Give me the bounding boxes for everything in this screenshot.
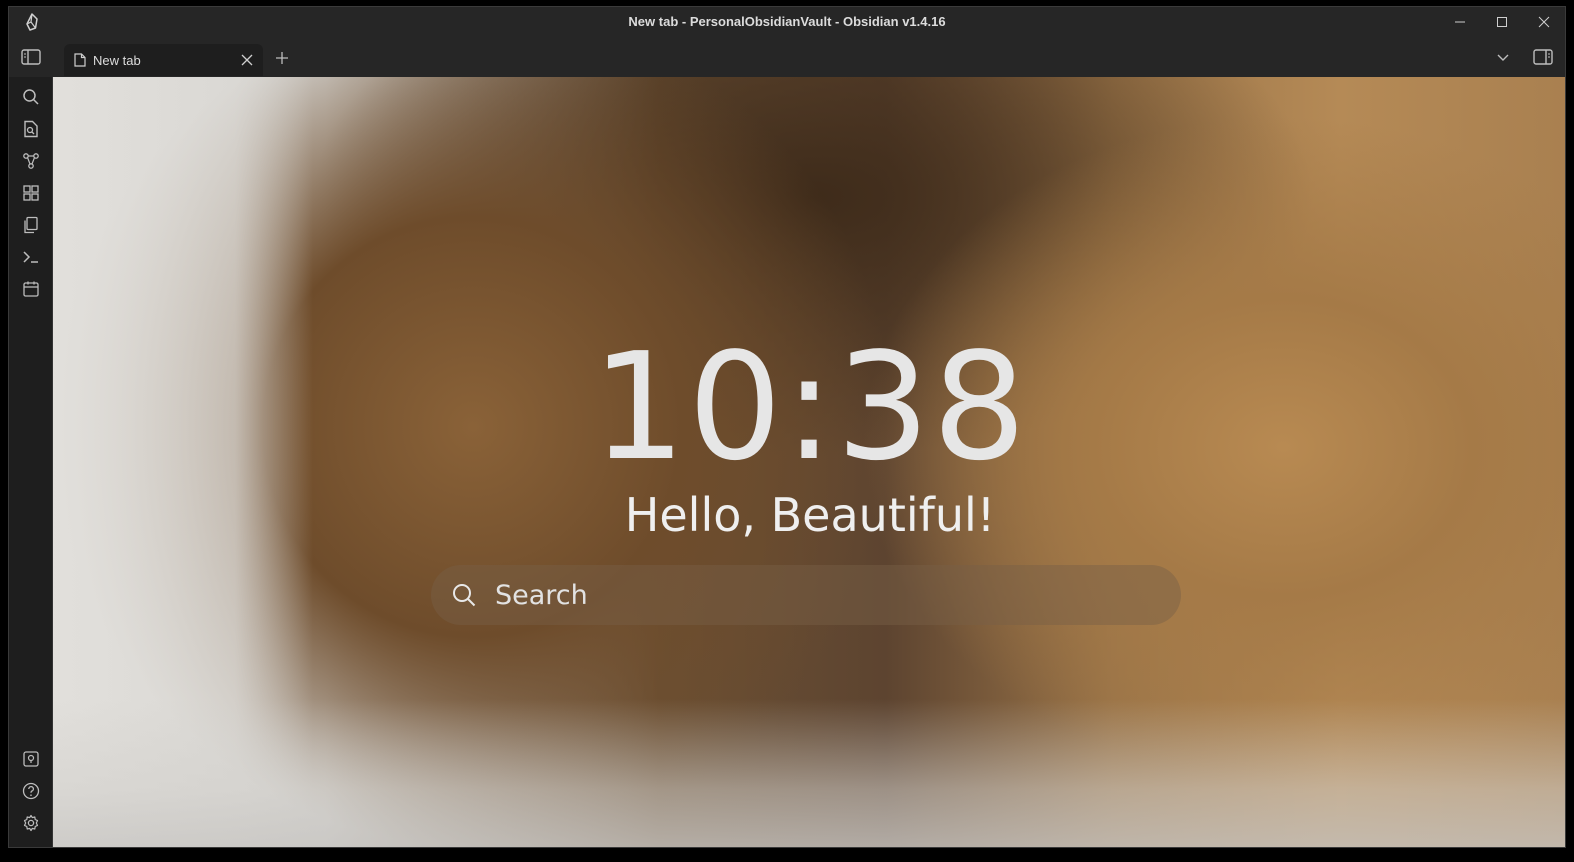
ribbon-search-button[interactable] xyxy=(21,87,41,107)
obsidian-window: New tab - PersonalObsidianVault - Obsidi… xyxy=(8,6,1566,848)
ribbon-quick-switcher-button[interactable] xyxy=(21,119,41,139)
chevron-down-icon[interactable] xyxy=(1497,53,1509,63)
maximize-icon xyxy=(1497,17,1507,27)
tab-new-tab[interactable]: New tab xyxy=(64,44,263,76)
search-icon xyxy=(453,584,476,607)
file-icon xyxy=(74,53,86,67)
title-bar: New tab - PersonalObsidianVault - Obsidi… xyxy=(9,7,1565,37)
left-ribbon xyxy=(9,77,53,847)
canvas-icon xyxy=(23,185,39,201)
calendar-icon xyxy=(23,281,39,297)
minimize-button[interactable] xyxy=(1439,7,1481,37)
close-icon xyxy=(1538,16,1550,28)
graph-view-icon xyxy=(23,153,39,169)
ribbon-settings-button[interactable] xyxy=(21,813,41,833)
ribbon-graph-view-button[interactable] xyxy=(21,151,41,171)
gear-icon xyxy=(23,814,39,832)
help-icon xyxy=(22,782,40,800)
ribbon-help-button[interactable] xyxy=(21,781,41,801)
search-icon xyxy=(23,89,39,105)
ribbon-daily-note-button[interactable] xyxy=(21,279,41,299)
quick-switcher-icon xyxy=(24,120,38,138)
homepage-clock: 10:38 xyxy=(591,321,1029,493)
background-overlay xyxy=(53,699,1565,847)
ribbon-templates-button[interactable] xyxy=(21,215,41,235)
homepage-greeting: Hello, Beautiful! xyxy=(624,488,996,542)
templates-icon xyxy=(24,216,38,234)
command-palette-icon xyxy=(23,251,38,263)
left-sidebar-toggle-icon[interactable] xyxy=(21,48,41,66)
tab-label: New tab xyxy=(93,53,141,68)
right-sidebar-toggle-icon[interactable] xyxy=(1533,48,1553,66)
maximize-button[interactable] xyxy=(1481,7,1523,37)
homepage-search-bar[interactable] xyxy=(431,565,1181,625)
vault-icon xyxy=(23,751,39,767)
ribbon-canvas-button[interactable] xyxy=(21,183,41,203)
homepage-view: 10:38 Hello, Beautiful! xyxy=(53,77,1565,847)
homepage-search-input[interactable] xyxy=(495,579,1135,611)
new-tab-plus-icon[interactable] xyxy=(275,51,289,65)
tab-strip: New tab xyxy=(9,37,1565,77)
window-title: New tab - PersonalObsidianVault - Obsidi… xyxy=(628,14,946,29)
tab-close-icon[interactable] xyxy=(241,54,253,66)
ribbon-command-palette-button[interactable] xyxy=(21,247,41,267)
window-controls xyxy=(1439,7,1565,37)
close-window-button[interactable] xyxy=(1523,7,1565,37)
minimize-icon xyxy=(1455,21,1465,23)
ribbon-vault-switcher-button[interactable] xyxy=(21,749,41,769)
